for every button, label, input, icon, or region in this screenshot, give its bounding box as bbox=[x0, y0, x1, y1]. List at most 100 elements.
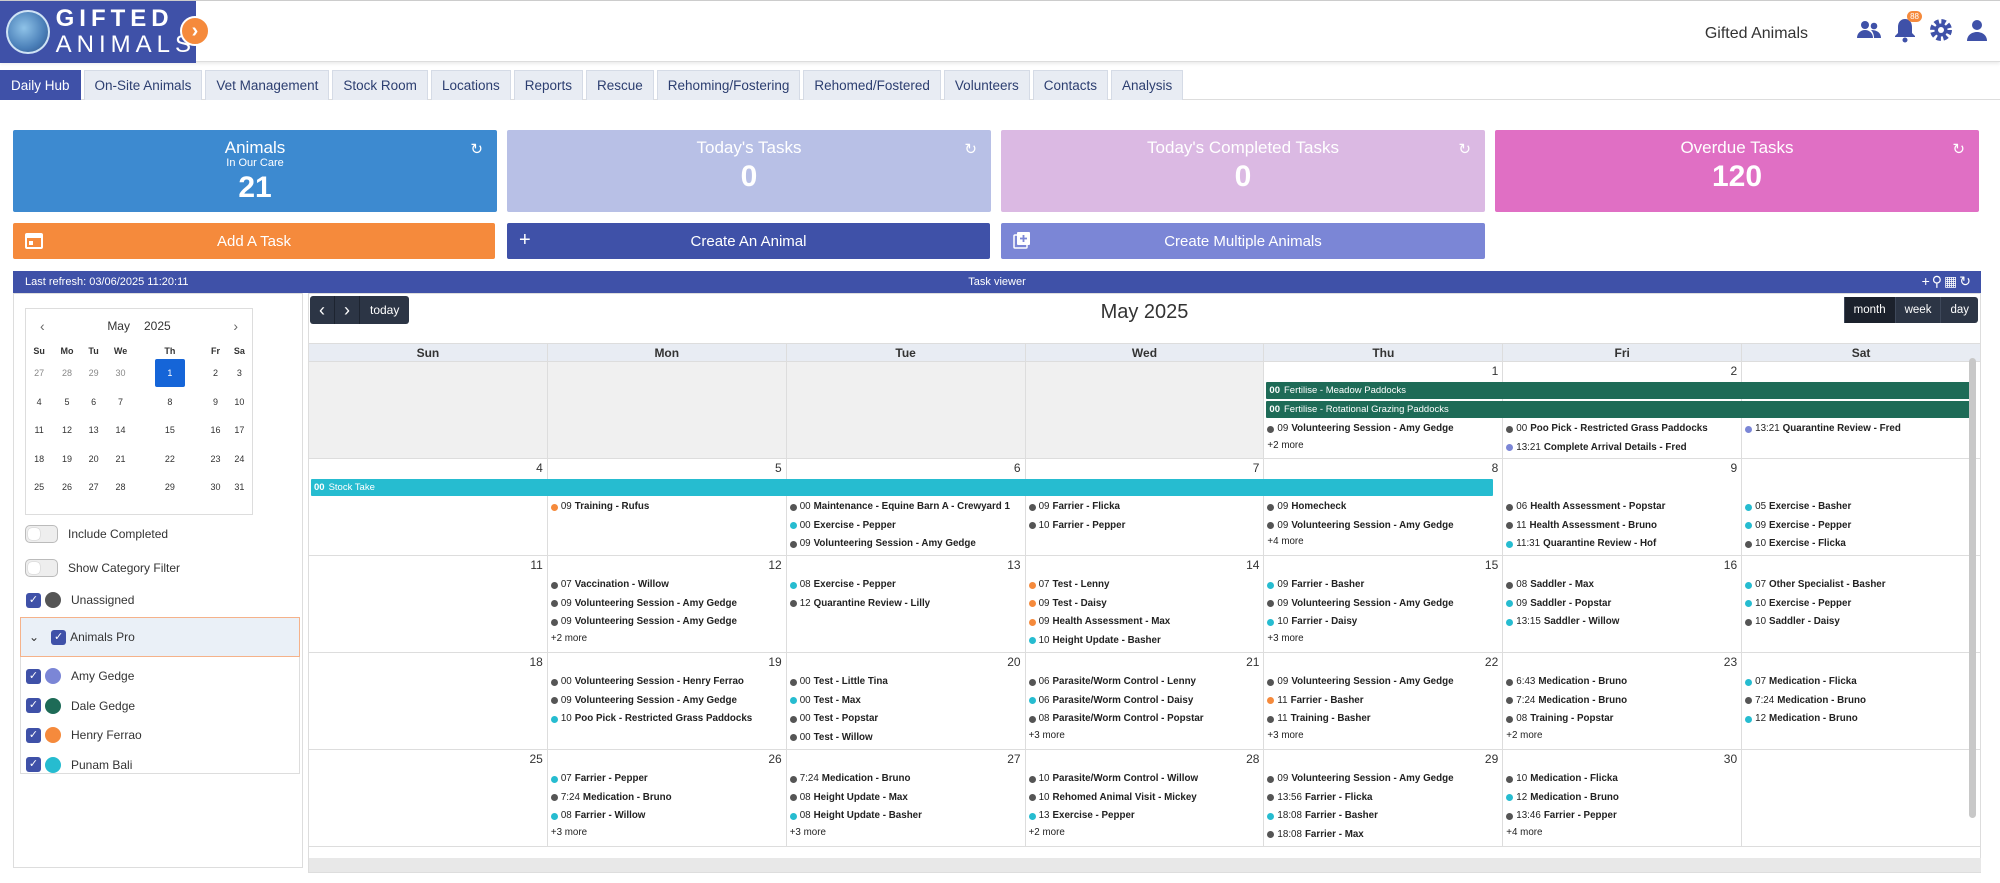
day-cell[interactable]: 18 bbox=[309, 653, 548, 749]
more-link[interactable]: +4 more bbox=[1267, 535, 1499, 549]
day-number[interactable]: 27 bbox=[1007, 752, 1020, 766]
day-number[interactable]: 19 bbox=[768, 655, 781, 669]
calendar-event[interactable]: 00 Test - Little Tina bbox=[789, 673, 1022, 692]
day-cell[interactable]: 21 06 Parasite/Worm Control - Lenny 06 Paras… bbox=[1026, 653, 1265, 749]
day-number[interactable]: 7 bbox=[1253, 461, 1260, 475]
more-link[interactable]: +2 more bbox=[1029, 826, 1261, 840]
calendar-event[interactable]: 09 Volunteering Session - Amy Gedge bbox=[550, 595, 783, 614]
calendar-event[interactable]: 00 Test - Popstar bbox=[789, 710, 1022, 729]
mini-day[interactable]: 7 bbox=[105, 388, 135, 417]
calendar-event[interactable]: 09 Volunteering Session - Amy Gedge bbox=[550, 692, 783, 711]
calendar-event[interactable]: 00 Poo Pick - Restricted Grass Paddocks bbox=[1506, 420, 1738, 439]
day-number[interactable]: 23 bbox=[1724, 655, 1737, 669]
calendar-event[interactable]: 10 Height Update - Basher bbox=[1028, 632, 1261, 651]
calendar-event[interactable]: 00 Test - Max bbox=[789, 692, 1022, 711]
sidebar-toggle-chevron-right-icon[interactable]: › bbox=[180, 16, 210, 46]
logo[interactable]: GIFTED ANIMALS bbox=[0, 1, 196, 63]
view-week-button[interactable]: week bbox=[1894, 297, 1941, 323]
more-link[interactable]: +3 more bbox=[790, 826, 1022, 840]
day-number[interactable]: 11 bbox=[530, 558, 542, 572]
group-animals-pro[interactable]: ⌄ ✓ Animals Pro bbox=[20, 617, 300, 657]
grid-icon[interactable]: ▦ bbox=[1944, 273, 1959, 289]
calendar-event[interactable]: 07 Test - Lenny bbox=[1028, 576, 1261, 595]
mini-day[interactable]: 26 bbox=[52, 473, 82, 502]
day-cell[interactable] bbox=[786, 362, 1026, 458]
mini-day[interactable]: 22 bbox=[136, 445, 204, 474]
calendar-event[interactable]: 09 Test - Daisy bbox=[1028, 595, 1261, 614]
multi-day-event-bar[interactable]: 00 Fertilise - Meadow Paddocks bbox=[1266, 382, 1971, 399]
more-link[interactable]: +2 more bbox=[1506, 729, 1738, 743]
calendar-event[interactable]: 7:24 Medication - Bruno bbox=[1745, 692, 1977, 711]
mini-day[interactable]: 24 bbox=[227, 445, 252, 474]
calendar-event[interactable]: 13:15 Saddler - Willow bbox=[1506, 613, 1738, 632]
calendar-event[interactable]: 6:43 Medication - Bruno bbox=[1506, 673, 1738, 692]
calendar-event[interactable]: 11 Training - Basher bbox=[1267, 710, 1499, 729]
mini-day[interactable]: 10 bbox=[227, 388, 252, 417]
day-cell[interactable]: 25 bbox=[309, 750, 548, 846]
day-cell[interactable]: 26 07 Farrier - Pepper 7:24 Medication - Bru… bbox=[548, 750, 787, 846]
check-icon[interactable]: ✓ bbox=[26, 592, 41, 608]
day-cell[interactable]: 3 bbox=[1742, 750, 1981, 846]
calendar-event[interactable]: 09 Training - Rufus bbox=[550, 498, 783, 517]
calendar-event[interactable]: 09 Volunteering Session - Amy Gedge bbox=[1267, 517, 1499, 536]
calendar-event[interactable]: 18:08 Farrier - Max bbox=[1267, 826, 1499, 845]
mini-day[interactable]: 31 bbox=[227, 473, 252, 502]
day-cell[interactable] bbox=[309, 362, 548, 458]
calendar-event[interactable]: 11 Health Assessment - Bruno bbox=[1506, 517, 1738, 536]
toggle-switch[interactable] bbox=[25, 559, 58, 577]
search-icon[interactable]: ⚲ bbox=[1932, 273, 1944, 289]
calendar-event[interactable]: 7:24 Medication - Bruno bbox=[789, 770, 1022, 789]
tab-analysis[interactable]: Analysis bbox=[1111, 70, 1184, 100]
calendar-event[interactable]: 12 Quarantine Review - Lilly bbox=[789, 595, 1022, 614]
day-cell[interactable]: 14 07 Test - Lenny 09 Test - Daisy 09 Health A… bbox=[1026, 556, 1265, 652]
day-number[interactable]: 22 bbox=[1485, 655, 1498, 669]
refresh-icon[interactable]: ↻ bbox=[470, 140, 483, 158]
tab-contacts[interactable]: Contacts bbox=[1032, 70, 1108, 100]
day-number[interactable]: 20 bbox=[1007, 655, 1020, 669]
mini-day[interactable]: 18 bbox=[26, 445, 52, 474]
tab-rescue[interactable]: Rescue bbox=[586, 70, 654, 100]
calendar-event[interactable]: 10 Exercise - Flicka bbox=[1745, 535, 1977, 554]
tab-vet-management[interactable]: Vet Management bbox=[205, 70, 330, 100]
mini-day[interactable]: 8 bbox=[136, 388, 204, 417]
unassigned-filter[interactable]: ✓ Unassigned bbox=[26, 592, 134, 608]
more-link[interactable]: +2 more bbox=[1506, 554, 1738, 556]
day-number[interactable]: 5 bbox=[775, 461, 782, 475]
calendar-event[interactable]: 09 Health Assessment - Max bbox=[1028, 613, 1261, 632]
mini-day[interactable]: 2 bbox=[204, 359, 227, 388]
chevron-down-icon[interactable]: ⌄ bbox=[29, 630, 39, 644]
horizontal-scrollbar[interactable] bbox=[309, 858, 1981, 872]
multi-day-event-bar[interactable]: 00 Fertilise - Rotational Grazing Paddock… bbox=[1266, 401, 1971, 418]
user-icon[interactable] bbox=[1964, 17, 1990, 43]
more-link[interactable]: +2 more bbox=[1267, 439, 1499, 453]
mini-day[interactable]: 29 bbox=[82, 359, 106, 388]
calendar-event[interactable]: 10 Medication - Flicka bbox=[1506, 770, 1738, 789]
calendar-event[interactable]: 09 Farrier - Flicka bbox=[1028, 498, 1261, 517]
view-month-button[interactable]: month bbox=[1843, 297, 1895, 323]
day-cell[interactable]: 7 09 Farrier - Flicka 10 Farrier - Pepper bbox=[1026, 459, 1265, 555]
calendar-event[interactable]: 12 Medication - Bruno bbox=[1745, 710, 1977, 729]
mini-day[interactable]: 6 bbox=[82, 388, 106, 417]
day-cell[interactable]: 29 09 Volunteering Session - Amy Gedge 13:5… bbox=[1264, 750, 1504, 846]
mini-day[interactable]: 5 bbox=[52, 388, 82, 417]
gear-icon[interactable] bbox=[1928, 17, 1954, 43]
mini-day[interactable]: 14 bbox=[105, 416, 135, 445]
calendar-event[interactable]: 09 Volunteering Session - Amy Gedge bbox=[1267, 673, 1499, 692]
day-number[interactable]: 4 bbox=[536, 461, 543, 475]
day-cell[interactable]: 12 07 Vaccination - Willow 09 Volunteering S… bbox=[548, 556, 787, 652]
calendar-event[interactable]: 10 Poo Pick - Restricted Grass Paddocks bbox=[550, 710, 783, 729]
calendar-event[interactable]: 00 Maintenance - Equine Barn A - Crewyard… bbox=[789, 498, 1022, 517]
calendar-event[interactable]: 09 Exercise - Pepper bbox=[1745, 517, 1977, 536]
day-cell[interactable]: 6 00 Maintenance - Equine Barn A - Crewyar… bbox=[787, 459, 1026, 555]
mini-month[interactable]: May bbox=[107, 319, 130, 333]
calendar-event[interactable]: 09 Volunteering Session - Amy Gedge bbox=[550, 613, 783, 632]
mini-day[interactable]: 15 bbox=[136, 416, 204, 445]
calendar-event[interactable]: 06 Parasite/Worm Control - Lenny bbox=[1028, 673, 1261, 692]
day-cell[interactable]: 30 10 Medication - Flicka 12 Medication - Br… bbox=[1503, 750, 1743, 846]
day-number[interactable]: 1 bbox=[1492, 364, 1499, 378]
day-cell[interactable]: 23 6:43 Medication - Bruno 7:24 Medication -… bbox=[1503, 653, 1743, 749]
day-number[interactable]: 26 bbox=[768, 752, 781, 766]
check-icon[interactable]: ✓ bbox=[51, 629, 67, 645]
calendar-event[interactable]: 11:31 Quarantine Review - Hof bbox=[1506, 535, 1738, 554]
mini-day[interactable]: 1 bbox=[136, 359, 204, 388]
